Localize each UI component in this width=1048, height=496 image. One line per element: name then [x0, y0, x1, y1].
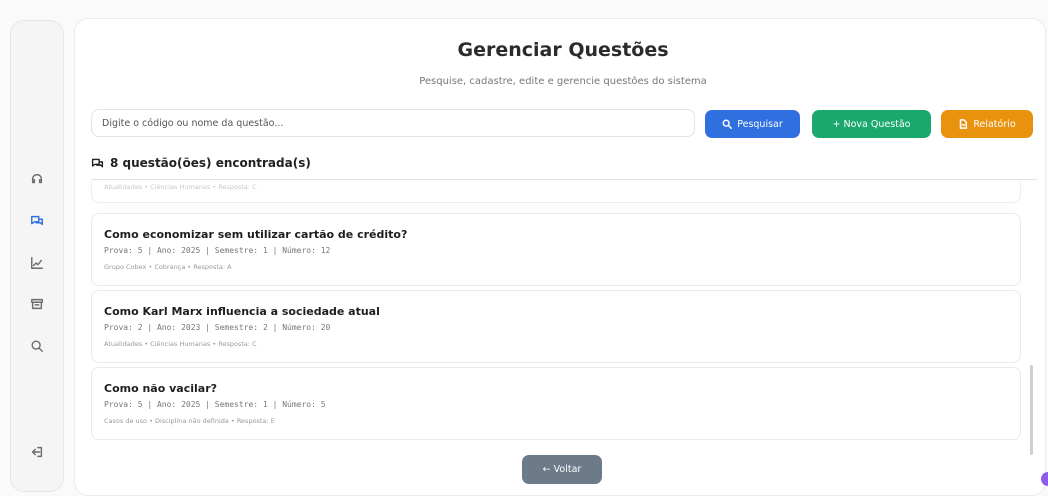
question-title: Como Karl Marx influencia a sociedade at… — [104, 305, 380, 318]
floating-action-icon[interactable] — [1041, 472, 1048, 486]
back-button-label: ← Voltar — [542, 464, 582, 475]
page-subtitle: Pesquise, cadastre, edite e gerencie que… — [419, 76, 707, 87]
question-title: Como não vacilar? — [104, 382, 218, 395]
chat-icon[interactable] — [27, 211, 47, 231]
list-item[interactable]: Como Karl Marx influencia a sociedade at… — [91, 290, 1021, 363]
search-icon — [722, 119, 733, 129]
results-count: 8 questão(ões) encontrada(s) — [91, 156, 311, 170]
question-list[interactable]: Atualidades • Ciências Humanas • Respost… — [91, 181, 1037, 451]
search-input[interactable] — [91, 109, 695, 137]
new-question-button[interactable]: + Nova Questão — [812, 110, 931, 138]
search-button[interactable]: Pesquisar — [705, 110, 800, 138]
question-meta: Prova: 2 | Ano: 2023 | Semestre: 2 | Núm… — [104, 323, 331, 332]
question-tags: Casos de uso • Disciplina não definida •… — [104, 417, 275, 425]
sidebar — [10, 20, 64, 492]
question-meta: Prova: 5 | Ano: 2025 | Semestre: 1 | Núm… — [104, 246, 331, 255]
question-tags: Atualidades • Ciências Humanas • Respost… — [104, 183, 257, 191]
search-icon[interactable] — [27, 336, 47, 356]
question-meta: Prova: 5 | Ano: 2025 | Semestre: 1 | Núm… — [104, 400, 326, 409]
question-title: Como economizar sem utilizar cartão de c… — [104, 228, 408, 241]
chart-icon[interactable] — [27, 253, 47, 273]
list-item[interactable]: Como não vacilar? Prova: 5 | Ano: 2025 |… — [91, 367, 1021, 440]
chat-icon — [91, 158, 104, 167]
list-item[interactable]: Como economizar sem utilizar cartão de c… — [91, 213, 1021, 286]
question-tags: Atualidades • Ciências Humanas • Respost… — [104, 340, 257, 348]
back-button[interactable]: ← Voltar — [522, 455, 602, 484]
new-question-label: + Nova Questão — [832, 118, 911, 130]
scrollbar[interactable] — [1030, 365, 1033, 455]
divider — [91, 179, 1037, 180]
logout-icon[interactable] — [27, 442, 47, 462]
question-tags: Grupo Cobex • Cobrança • Resposta: A — [104, 263, 232, 271]
main-panel: Gerenciar Questões Pesquise, cadastre, e… — [74, 18, 1046, 496]
report-button-label: Relatório — [973, 118, 1016, 130]
page-title: Gerenciar Questões — [457, 39, 669, 61]
archive-icon[interactable] — [27, 294, 47, 314]
search-button-label: Pesquisar — [737, 118, 783, 130]
document-icon — [960, 119, 968, 129]
results-count-text: 8 questão(ões) encontrada(s) — [110, 156, 311, 170]
report-button[interactable]: Relatório — [941, 110, 1033, 138]
list-item-partial[interactable]: Atualidades • Ciências Humanas • Respost… — [91, 181, 1021, 203]
headset-icon[interactable] — [27, 169, 47, 189]
